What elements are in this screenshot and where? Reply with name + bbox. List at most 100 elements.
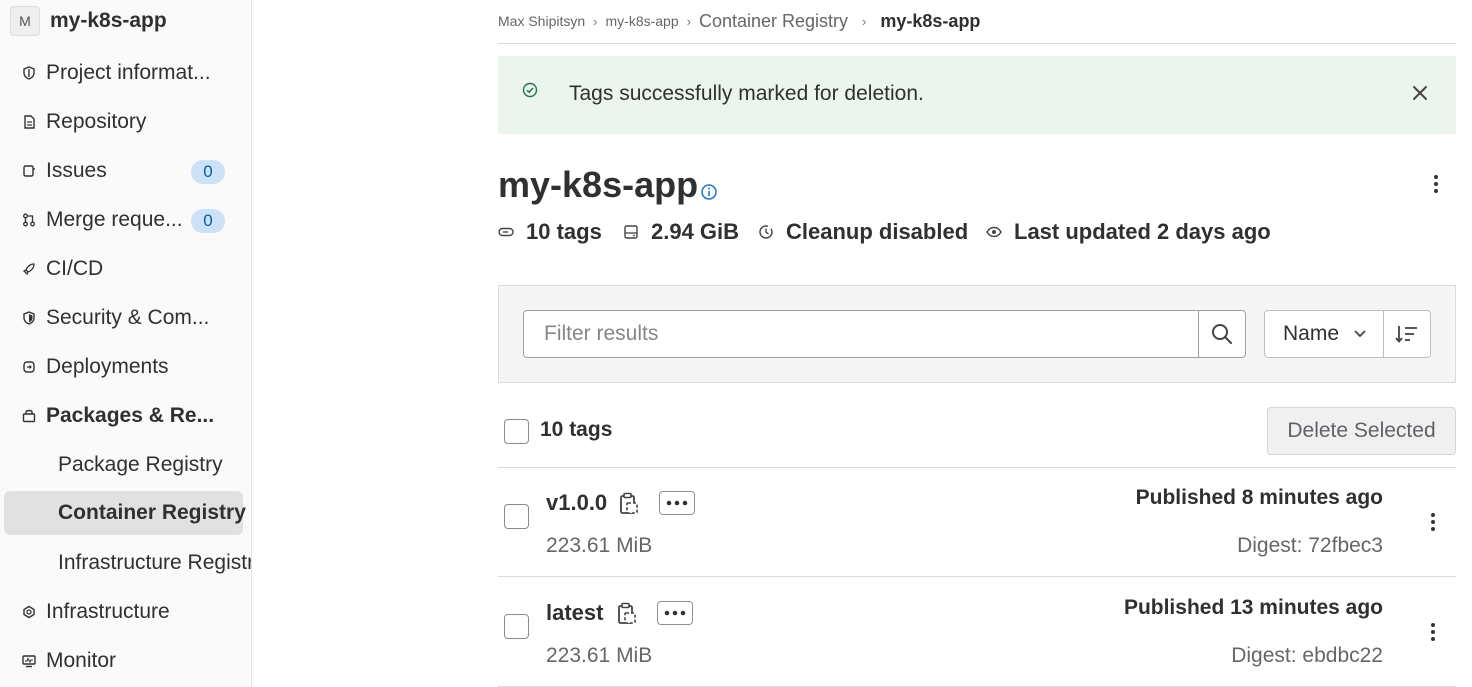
sidebar-item-label: Monitor xyxy=(46,649,117,672)
copy-clipboard-icon[interactable] xyxy=(617,602,637,626)
tag-digest: Digest: ebdbc22 xyxy=(1231,644,1383,667)
last-updated: Last updated 2 days ago xyxy=(1014,219,1271,244)
sidebar-item-deployments[interactable]: Deployments xyxy=(0,345,251,389)
project-name: my-k8s-app xyxy=(50,9,167,32)
info-icon[interactable] xyxy=(700,183,718,201)
sidebar-item-ci-cd[interactable]: CI/CD xyxy=(0,247,251,291)
search-button[interactable] xyxy=(1198,310,1246,358)
monitor-icon xyxy=(22,654,36,668)
sidebar-item-repository[interactable]: Repository xyxy=(0,100,251,144)
tag-name: latest xyxy=(546,600,604,625)
dismiss-alert-button[interactable] xyxy=(1408,81,1432,105)
chevron-right-icon: › xyxy=(593,13,598,29)
list-divider xyxy=(498,467,1456,468)
deployments-icon xyxy=(22,360,36,374)
breadcrumb-container-registry[interactable]: Container Registry xyxy=(699,11,848,32)
sidebar-item-label: Deployments xyxy=(46,355,169,378)
cloud-gear-icon xyxy=(22,605,36,619)
select-all-checkbox[interactable] xyxy=(504,419,529,444)
kebab-vertical-icon xyxy=(1431,513,1435,531)
project-header[interactable]: M my-k8s-app xyxy=(10,6,167,36)
sidebar-item-label: Security & Com... xyxy=(46,306,210,329)
row-actions-kebab-button[interactable] xyxy=(1421,620,1445,644)
ellipsis-icon xyxy=(664,610,686,616)
sidebar-item-label: Infrastructure xyxy=(46,600,170,623)
sidebar-item-label: Merge reque... xyxy=(46,208,183,231)
meta-cleanup: Cleanup disabled xyxy=(758,218,968,246)
sidebar-item-label: CI/CD xyxy=(46,257,104,280)
clock-icon xyxy=(759,225,773,239)
sidebar-item-infrastructure[interactable]: Infrastructure xyxy=(0,590,251,634)
sidebar: M my-k8s-app Project informat... Reposit… xyxy=(0,0,252,687)
doc-icon xyxy=(22,115,36,129)
search-icon xyxy=(1212,324,1232,344)
tag-published: Published 8 minutes ago xyxy=(1135,486,1383,509)
delete-selected-button[interactable]: Delete Selected xyxy=(1267,407,1456,455)
check-circle-icon xyxy=(522,82,538,98)
breadcrumb-current[interactable]: my-k8s-app xyxy=(880,11,980,32)
chevron-down-icon xyxy=(1354,330,1366,338)
page-title: my-k8s-app xyxy=(498,164,699,205)
project-avatar: M xyxy=(10,6,40,36)
sidebar-item-merge-requests[interactable]: Merge reque... 0 xyxy=(0,198,251,242)
info-shield-icon xyxy=(22,66,36,80)
more-details-button[interactable] xyxy=(659,491,695,515)
meta-size: 2.94 GiB xyxy=(623,218,739,246)
sort-dropdown[interactable]: Name xyxy=(1264,310,1384,358)
breadcrumb: Max Shipitsyn › my-k8s-app › Container R… xyxy=(498,8,980,34)
sidebar-item-project-information[interactable]: Project informat... xyxy=(0,51,251,95)
package-icon xyxy=(22,409,36,423)
tag-name: v1.0.0 xyxy=(546,490,608,515)
sort-direction-icon xyxy=(1395,326,1417,343)
breadcrumb-project[interactable]: my-k8s-app xyxy=(606,13,679,29)
breadcrumb-divider xyxy=(498,43,1456,44)
sort-direction-button[interactable] xyxy=(1383,310,1431,358)
more-details-button[interactable] xyxy=(657,601,693,625)
sidebar-subitem-infrastructure-registry[interactable]: Infrastructure Registry xyxy=(0,541,251,585)
row-actions-kebab-button[interactable] xyxy=(1421,510,1445,534)
sidebar-item-issues[interactable]: Issues 0 xyxy=(0,149,251,193)
sidebar-item-monitor[interactable]: Monitor xyxy=(0,639,251,683)
issues-count-badge: 0 xyxy=(191,160,225,184)
list-tags-count: 10 tags xyxy=(540,418,613,441)
sidebar-item-label: Project informat... xyxy=(46,61,211,84)
merge-requests-count-badge: 0 xyxy=(191,209,225,233)
row-divider xyxy=(498,576,1456,577)
chevron-right-icon: › xyxy=(686,13,691,29)
tag-digest: Digest: 72fbec3 xyxy=(1237,534,1383,557)
copy-clipboard-icon[interactable] xyxy=(619,492,639,516)
filter-input[interactable] xyxy=(523,310,1199,358)
breadcrumb-user[interactable]: Max Shipitsyn xyxy=(498,13,585,29)
kebab-vertical-icon xyxy=(1434,175,1438,193)
tag-size: 223.61 MiB xyxy=(546,534,653,557)
sidebar-subitem-package-registry[interactable]: Package Registry xyxy=(0,443,251,487)
disk-icon xyxy=(624,225,638,239)
tags-count: 10 tags xyxy=(526,219,602,244)
sidebar-item-packages-registries[interactable]: Packages & Re... xyxy=(0,394,251,438)
tag-published: Published 13 minutes ago xyxy=(1123,596,1383,619)
meta-updated: Last updated 2 days ago xyxy=(986,218,1271,246)
chevron-right-icon: › xyxy=(862,13,867,29)
issues-icon xyxy=(22,164,36,178)
image-actions-kebab-button[interactable] xyxy=(1424,172,1448,196)
sidebar-item-security-compliance[interactable]: Security & Com... xyxy=(0,296,251,340)
merge-request-icon xyxy=(22,213,36,227)
close-icon xyxy=(1413,86,1427,100)
cleanup-status: Cleanup disabled xyxy=(786,219,969,244)
tag-icon xyxy=(498,227,514,237)
kebab-vertical-icon xyxy=(1431,623,1435,641)
meta-tags: 10 tags xyxy=(498,218,602,246)
sidebar-item-label: Repository xyxy=(46,110,147,133)
eye-icon xyxy=(986,226,1002,238)
ellipsis-icon xyxy=(666,500,688,506)
sort-label: Name xyxy=(1283,322,1340,345)
sidebar-subitem-container-registry[interactable]: Container Registry xyxy=(4,491,246,535)
tag-size: 223.61 MiB xyxy=(546,644,653,667)
rocket-icon xyxy=(22,262,36,276)
row-checkbox[interactable] xyxy=(504,614,529,639)
row-checkbox[interactable] xyxy=(504,504,529,529)
alert-message: Tags successfully marked for deletion. xyxy=(569,82,924,105)
sidebar-item-label: Packages & Re... xyxy=(46,404,215,427)
image-size: 2.94 GiB xyxy=(651,219,740,244)
sidebar-item-label: Issues xyxy=(46,159,107,182)
